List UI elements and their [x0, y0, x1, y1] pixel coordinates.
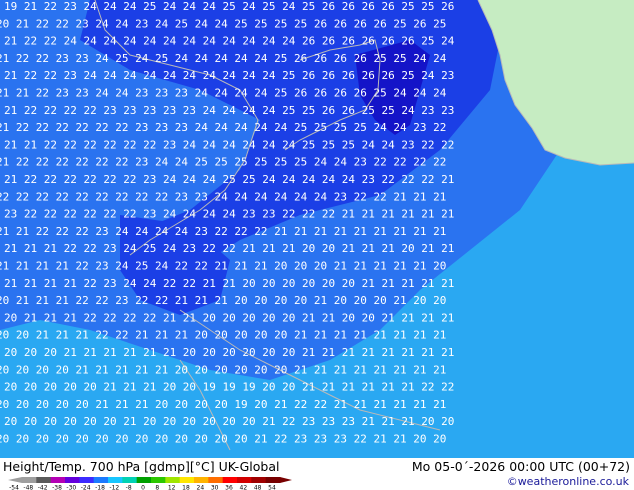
- footer-bar: Height/Temp. 700 hPa [gdmp][°C] UK-Globa…: [0, 458, 634, 490]
- map-canvas: 19 21 22 23 24 24 24 25 24 24 24 25 24 2…: [0, 0, 634, 458]
- contour-label-row: 21 22 22 22 22 23 23 23 23 23 24 24 24 2…: [4, 104, 454, 117]
- colorbar-segment: [208, 477, 224, 483]
- colorbar-segment: [251, 477, 267, 483]
- colorbar-tick-label: 24: [197, 485, 205, 490]
- map-title: Height/Temp. 700 hPa [gdmp][°C] UK-Globa…: [3, 459, 280, 474]
- colorbar-segment: [122, 477, 138, 483]
- colorbar-segment: [265, 477, 281, 483]
- contour-label-row: 20 20 21 21 21 22 22 21 21 21 20 20 20 2…: [0, 329, 446, 342]
- contour-label-row: 20 20 20 21 21 21 21 21 21 20 20 20 20 2…: [4, 346, 454, 359]
- contour-label-row: 20 20 20 20 20 20 21 20 20 20 20 20 20 2…: [4, 415, 454, 428]
- contour-label-row: 20 20 20 20 20 21 21 21 20 20 20 20 19 2…: [0, 398, 446, 411]
- colorbar-tick-label: -38: [52, 485, 62, 490]
- colorbar-tick-label: -12: [109, 485, 119, 490]
- colorbar-tick-label: 18: [182, 485, 190, 490]
- colorbar-tick-label: 12: [168, 485, 176, 490]
- colorbar-tick-label: 54: [268, 485, 276, 490]
- contour-label-row: 21 21 22 22 22 23 24 24 24 24 23 22 22 2…: [0, 225, 446, 238]
- colorbar-segment: [108, 477, 123, 483]
- contour-label-row: 20 21 21 21 22 22 23 22 22 21 21 21 20 2…: [0, 294, 446, 307]
- contour-label-row: 20 20 20 20 20 21 21 21 20 20 19 19 19 2…: [4, 381, 454, 394]
- colorbar-segment: [222, 477, 238, 483]
- colorbar-segment: [165, 477, 181, 483]
- colorbar-tick-label: -54: [9, 485, 19, 490]
- colorbar-segment: [194, 477, 209, 483]
- credit-link[interactable]: ©weatheronline.co.uk: [507, 475, 629, 488]
- contour-label-row: 21 21 22 23 23 24 24 23 23 23 24 24 24 2…: [0, 87, 447, 100]
- colorbar-tick-label: 0: [141, 485, 145, 490]
- colorbar-arrow-left: [8, 477, 22, 483]
- contour-label-row: 22 22 22 22 22 22 22 22 22 23 23 24 24 2…: [0, 190, 446, 203]
- colorbar-tick-label: -48: [23, 485, 33, 490]
- colorbar-segment: [50, 477, 66, 483]
- colorbar-tick-label: -8: [126, 485, 132, 490]
- colorbar-segment: [65, 477, 80, 483]
- colorbar-tick-label: 48: [254, 485, 262, 490]
- contour-label-row: 21 22 22 22 22 22 22 23 24 24 24 25 25 2…: [4, 173, 454, 186]
- contour-label-row: 19 21 22 23 24 24 24 25 24 24 24 25 24 2…: [4, 0, 454, 13]
- colorbar-tick-label: -18: [95, 485, 105, 490]
- colorbar-segment: [36, 477, 52, 483]
- contour-label-row: 21 21 22 22 22 22 22 22 23 24 24 24 24 2…: [4, 138, 454, 151]
- colorbar-segment: [22, 477, 37, 483]
- colorbar-arrow-right: [280, 477, 292, 483]
- contour-label-row: 23 22 22 22 22 22 22 23 24 24 24 24 23 2…: [4, 208, 454, 221]
- colorbar-tick-label: 8: [155, 485, 159, 490]
- colorbar-segment: [179, 477, 195, 483]
- contour-label-row: 20 20 20 20 21 21 21 21 21 20 20 20 20 2…: [0, 363, 446, 376]
- colorbar-tick-label: -42: [38, 485, 48, 490]
- contour-label-row: 21 22 22 22 22 22 22 23 24 24 25 25 25 2…: [0, 156, 446, 169]
- contour-label-row: 21 22 22 23 23 24 25 24 25 24 24 24 24 2…: [0, 52, 447, 65]
- contour-label-row: 21 22 22 23 24 24 24 24 24 24 24 24 24 2…: [4, 69, 454, 82]
- contour-label-row: 21 21 21 22 22 23 24 25 24 23 22 22 21 2…: [4, 242, 454, 255]
- contour-label-row: 20 21 22 22 23 24 24 23 24 25 24 24 25 2…: [0, 17, 446, 30]
- colorbar-segment: [237, 477, 252, 483]
- colorbar-tick-label: 42: [240, 485, 248, 490]
- colorbar-segment: [93, 477, 109, 483]
- contour-label-row: 21 22 22 22 22 22 22 23 23 23 24 24 24 2…: [0, 121, 446, 134]
- colorbar-segment: [136, 477, 152, 483]
- contour-label-row: 21 22 22 24 24 24 24 24 24 24 24 24 24 2…: [4, 35, 455, 48]
- contour-label-row: 20 20 20 20 20 20 20 20 20 20 20 20 20 2…: [0, 433, 446, 446]
- colorbar-segment: [151, 477, 166, 483]
- temperature-colorbar: -54 -48 -42 -38 -30 -24 -18 -12 -8 0 8 12 18 24 30 36 42…: [8, 477, 292, 490]
- valid-time: Mo 05-0´-2026 00:00 UTC (00+72): [411, 459, 630, 474]
- contour-label-row: 21 21 21 21 22 23 24 24 22 22 21 21 20 2…: [4, 277, 454, 290]
- colorbar-tick-label: 30: [211, 485, 219, 490]
- colorbar-tick-label: 36: [225, 485, 233, 490]
- weather-map: 19 21 22 23 24 24 24 25 24 24 24 25 24 2…: [0, 0, 634, 458]
- contour-label-row: 20 21 21 21 22 22 22 22 21 21 20 20 20 2…: [4, 311, 454, 324]
- colorbar-tick-label: -24: [81, 485, 91, 490]
- colorbar-tick-label: -30: [66, 485, 76, 490]
- contour-label-row: 21 21 21 21 22 23 24 25 24 22 22 21 21 2…: [0, 260, 446, 273]
- colorbar-segment: [79, 477, 95, 483]
